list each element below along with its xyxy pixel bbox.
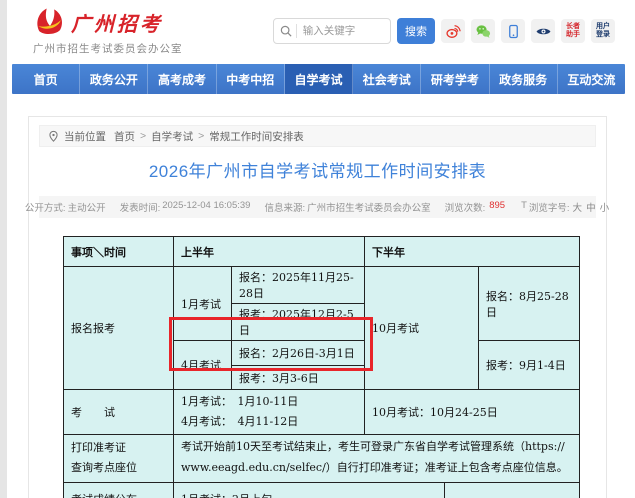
accessibility-eye-icon — [536, 28, 550, 34]
cell-apr-signup: 报名：2月26日-3月1日 — [231, 340, 365, 366]
cell-results-first-half: 1月考试：2月上旬 4月考试：5月中旬 — [173, 481, 445, 498]
window-edge-strip — [0, 0, 7, 498]
page-title: 2026年广州市自学考试常规工作时间安排表 — [148, 162, 487, 181]
fontsize-small-button[interactable]: 小 — [600, 200, 610, 214]
nav-item-gov-info[interactable]: 政务公开 — [80, 64, 149, 94]
th-second-half: 下半年 — [364, 236, 580, 267]
meta-method-value: 主动公开 — [67, 203, 106, 214]
elder-badge-line2: 助手 — [566, 31, 580, 38]
meta-views-label: 浏览次数: — [444, 203, 486, 214]
breadcrumb-separator: > — [198, 130, 205, 142]
meta-time-label: 发表时间: — [119, 203, 161, 214]
nav-item-social-exam[interactable]: 社会考试 — [353, 64, 422, 94]
breadcrumb-label: 当前位置 — [64, 130, 106, 143]
nav-item-gaokao[interactable]: 高考成考 — [148, 64, 217, 94]
cell-registration-label: 报名报考 — [63, 266, 174, 390]
cell-results-second-half: 10月考试：11月中旬 — [444, 481, 580, 498]
results-label-line1: 考试成绩公布 — [71, 490, 166, 498]
brand-name: 广州招考 — [71, 12, 163, 36]
search-box — [273, 18, 391, 44]
cell-jan-register: 报考：2025年12月2-5日 — [231, 303, 365, 341]
site-header: 广州招考 广州市招生考试委员会办公室 搜索 — [0, 0, 635, 62]
cell-ticket-content: 考试开始前10天至考试结束止，考生可登录广东省自学考试管理系统（https://… — [173, 433, 580, 483]
login-badge-line2: 登录 — [596, 31, 610, 38]
kapok-flower-icon — [37, 8, 63, 35]
ticket-label-line1: 打印准考证 — [71, 441, 126, 455]
cell-exam-second-half: 10月考试：10月24-25日 — [364, 389, 580, 435]
nav-item-zhongkao[interactable]: 中考中招 — [217, 64, 285, 94]
cell-results-label: 考试成绩公布 （省自考管理系统） — [63, 481, 174, 498]
search-icon — [280, 25, 292, 37]
mobile-site-link[interactable] — [501, 19, 525, 43]
cell-oct-register: 报考：9月1-4日 — [478, 340, 580, 390]
ticket-label-line2: 查询考点座位 — [71, 461, 137, 475]
schedule-table: 事项＼时间 上半年 下半年 报名报考 1月考试 报名：2025年11月25-28… — [63, 236, 580, 498]
login-badge-line1: 用户 — [596, 22, 610, 30]
weibo-icon — [445, 24, 461, 38]
nav-item-gov-services[interactable]: 政务服务 — [490, 64, 558, 94]
location-pin-icon — [49, 130, 58, 142]
accessibility-link[interactable] — [531, 19, 555, 43]
site-logo[interactable]: 广州招考 广州市招生考试委员会办公室 — [33, 6, 183, 56]
cell-oct-exam: 10月考试 — [364, 266, 479, 390]
elder-mode-button[interactable]: 长者 助手 — [561, 19, 585, 43]
meta-time-value: 2025-12-04 16:05:39 — [162, 200, 251, 211]
cell-exam-label: 考 试 — [63, 389, 174, 435]
wechat-link[interactable] — [471, 19, 495, 43]
cell-jan-signup: 报名：2025年11月25-28日 — [231, 266, 365, 304]
results-jan: 1月考试：2月上旬 — [181, 490, 437, 498]
nav-item-home[interactable]: 首页 — [12, 64, 81, 94]
th-first-half: 上半年 — [173, 236, 365, 267]
meta-source-value: 广州市招生考试委员会办公室 — [307, 203, 431, 214]
fontsize-label: 浏览字号: — [528, 203, 570, 214]
cell-apr-register: 报考：3月3-6日 — [231, 365, 365, 390]
cell-jan-exam: 1月考试 — [173, 266, 232, 341]
brand-subtitle: 广州市招生考试委员会办公室 — [33, 43, 183, 55]
search-input[interactable] — [302, 25, 384, 37]
breadcrumb-separator: > — [140, 130, 147, 142]
exam-jan-dates: 1月考试： 1月10-11日 — [181, 395, 299, 408]
schedule-table-wrap: 事项＼时间 上半年 下半年 报名报考 1月考试 报名：2025年11月25-28… — [63, 236, 583, 498]
cell-oct-signup: 报名：8月25-28日 — [478, 266, 580, 341]
user-login-button[interactable]: 用户 登录 — [591, 19, 615, 43]
weibo-link[interactable] — [441, 19, 465, 43]
breadcrumb-home[interactable]: 首页 — [114, 129, 135, 144]
elder-badge-line1: 长者 — [566, 22, 580, 30]
search-divider — [296, 24, 297, 38]
cell-exam-first-half: 1月考试： 1月10-11日 4月考试： 4月11-12日 — [173, 389, 365, 435]
breadcrumb-self-study[interactable]: 自学考试 — [151, 129, 193, 144]
content-panel: 当前位置 首页 > 自学考试 > 常规工作时间安排表 2026年广州市自学考试常… — [25, 116, 609, 498]
meta-method-label: 公开方式: — [24, 203, 66, 214]
article-meta-bar: 公开方式: 主动公开 发表时间: 2025-12-04 16:05:39 信息来… — [25, 196, 609, 218]
nav-item-interaction[interactable]: 互动交流 — [558, 64, 625, 94]
search-button[interactable]: 搜索 — [397, 18, 435, 44]
th-item-time: 事项＼时间 — [63, 236, 174, 267]
meta-views-count: 895 — [489, 200, 506, 211]
cell-ticket-label: 打印准考证 查询考点座位 — [63, 433, 174, 483]
mobile-icon — [508, 24, 518, 38]
cell-apr-exam: 4月考试 — [173, 340, 232, 390]
nav-item-self-study-exam[interactable]: 自学考试 — [284, 64, 354, 94]
breadcrumb-current-page[interactable]: 常规工作时间安排表 — [209, 129, 304, 144]
main-nav: 首页 政务公开 高考成考 中考中招 自学考试 社会考试 研考学考 政务服务 互动… — [12, 64, 625, 94]
fontsize-medium-button[interactable]: 中 — [586, 200, 596, 214]
wechat-icon — [476, 24, 490, 38]
fontsize-large-button[interactable]: 大 — [573, 200, 583, 214]
nav-item-postgrad-exam[interactable]: 研考学考 — [421, 64, 490, 94]
exam-apr-dates: 4月考试： 4月11-12日 — [181, 414, 299, 428]
breadcrumb: 当前位置 首页 > 自学考试 > 常规工作时间安排表 — [39, 125, 596, 147]
fontsize-t-icon: T — [521, 200, 527, 211]
meta-source-label: 信息来源: — [264, 203, 306, 214]
